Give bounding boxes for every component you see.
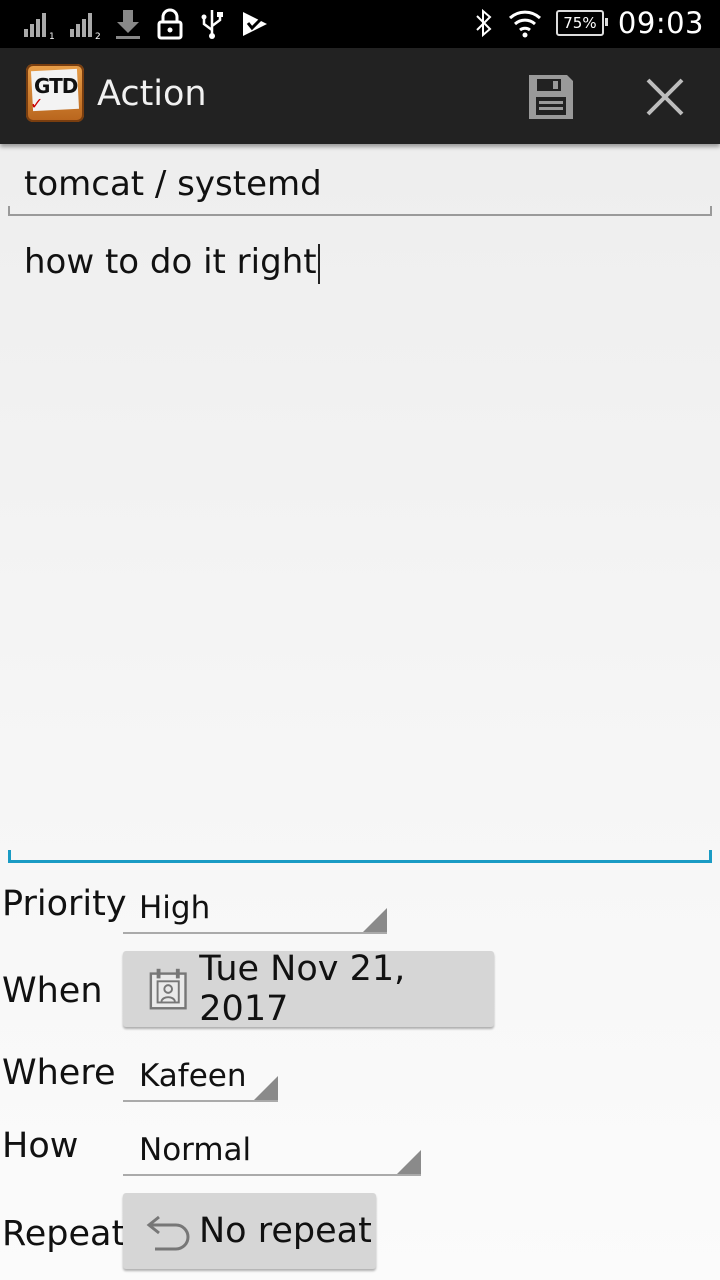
action-description-value: how to do it right	[24, 242, 320, 284]
dropdown-arrow-icon	[397, 1150, 421, 1174]
status-bar: 1 2 75% 09:03	[0, 0, 720, 48]
close-icon	[646, 78, 684, 116]
priority-label: Priority	[2, 884, 127, 924]
dropdown-arrow-icon	[363, 908, 387, 932]
repeat-label: Repeat	[2, 1214, 126, 1254]
signal-2-icon: 2	[70, 13, 100, 39]
wifi-icon	[508, 10, 541, 38]
signal-1-icon: 1	[24, 13, 54, 39]
how-dropdown[interactable]: Normal	[123, 1128, 421, 1176]
where-dropdown[interactable]: Kafeen	[123, 1054, 278, 1102]
dropdown-arrow-icon	[254, 1076, 278, 1100]
action-title-input[interactable]: tomcat / systemd	[8, 158, 712, 216]
svg-text:1: 1	[49, 32, 54, 39]
when-label: When	[2, 971, 103, 1011]
repeat-value: No repeat	[199, 1211, 372, 1251]
how-value: Normal	[139, 1132, 252, 1168]
when-date-value: Tue Nov 21, 2017	[199, 949, 406, 1029]
action-title-value: tomcat / systemd	[24, 164, 322, 204]
where-value: Kafeen	[139, 1058, 247, 1094]
close-button[interactable]	[634, 66, 696, 128]
action-bar: GTD ✓ Action	[0, 48, 720, 144]
save-button[interactable]	[520, 66, 582, 128]
status-right: 75% 09:03	[474, 6, 704, 40]
repeat-button[interactable]: No repeat	[123, 1193, 376, 1269]
status-time: 09:03	[617, 6, 704, 40]
how-label: How	[2, 1126, 79, 1166]
battery-indicator: 75%	[555, 10, 608, 36]
app-logo[interactable]: GTD ✓	[26, 64, 84, 122]
undo-icon	[146, 1215, 190, 1251]
check-notification-icon	[243, 12, 267, 36]
bluetooth-icon	[476, 8, 492, 38]
text-cursor	[317, 243, 320, 284]
priority-value: High	[139, 890, 211, 926]
action-description-input[interactable]: how to do it right	[8, 228, 712, 863]
priority-dropdown[interactable]: High	[123, 886, 387, 934]
svg-text:2: 2	[95, 32, 100, 39]
status-left: 1 2	[22, 8, 270, 40]
lock-icon	[157, 8, 183, 40]
download-icon	[116, 10, 140, 39]
logo-check-icon: ✓	[30, 94, 44, 113]
usb-icon	[201, 10, 223, 39]
where-label: Where	[2, 1053, 116, 1093]
page-title: Action	[97, 74, 207, 114]
save-icon	[529, 75, 573, 119]
calendar-icon	[149, 968, 187, 1010]
when-date-button[interactable]: Tue Nov 21, 2017	[123, 949, 494, 1029]
